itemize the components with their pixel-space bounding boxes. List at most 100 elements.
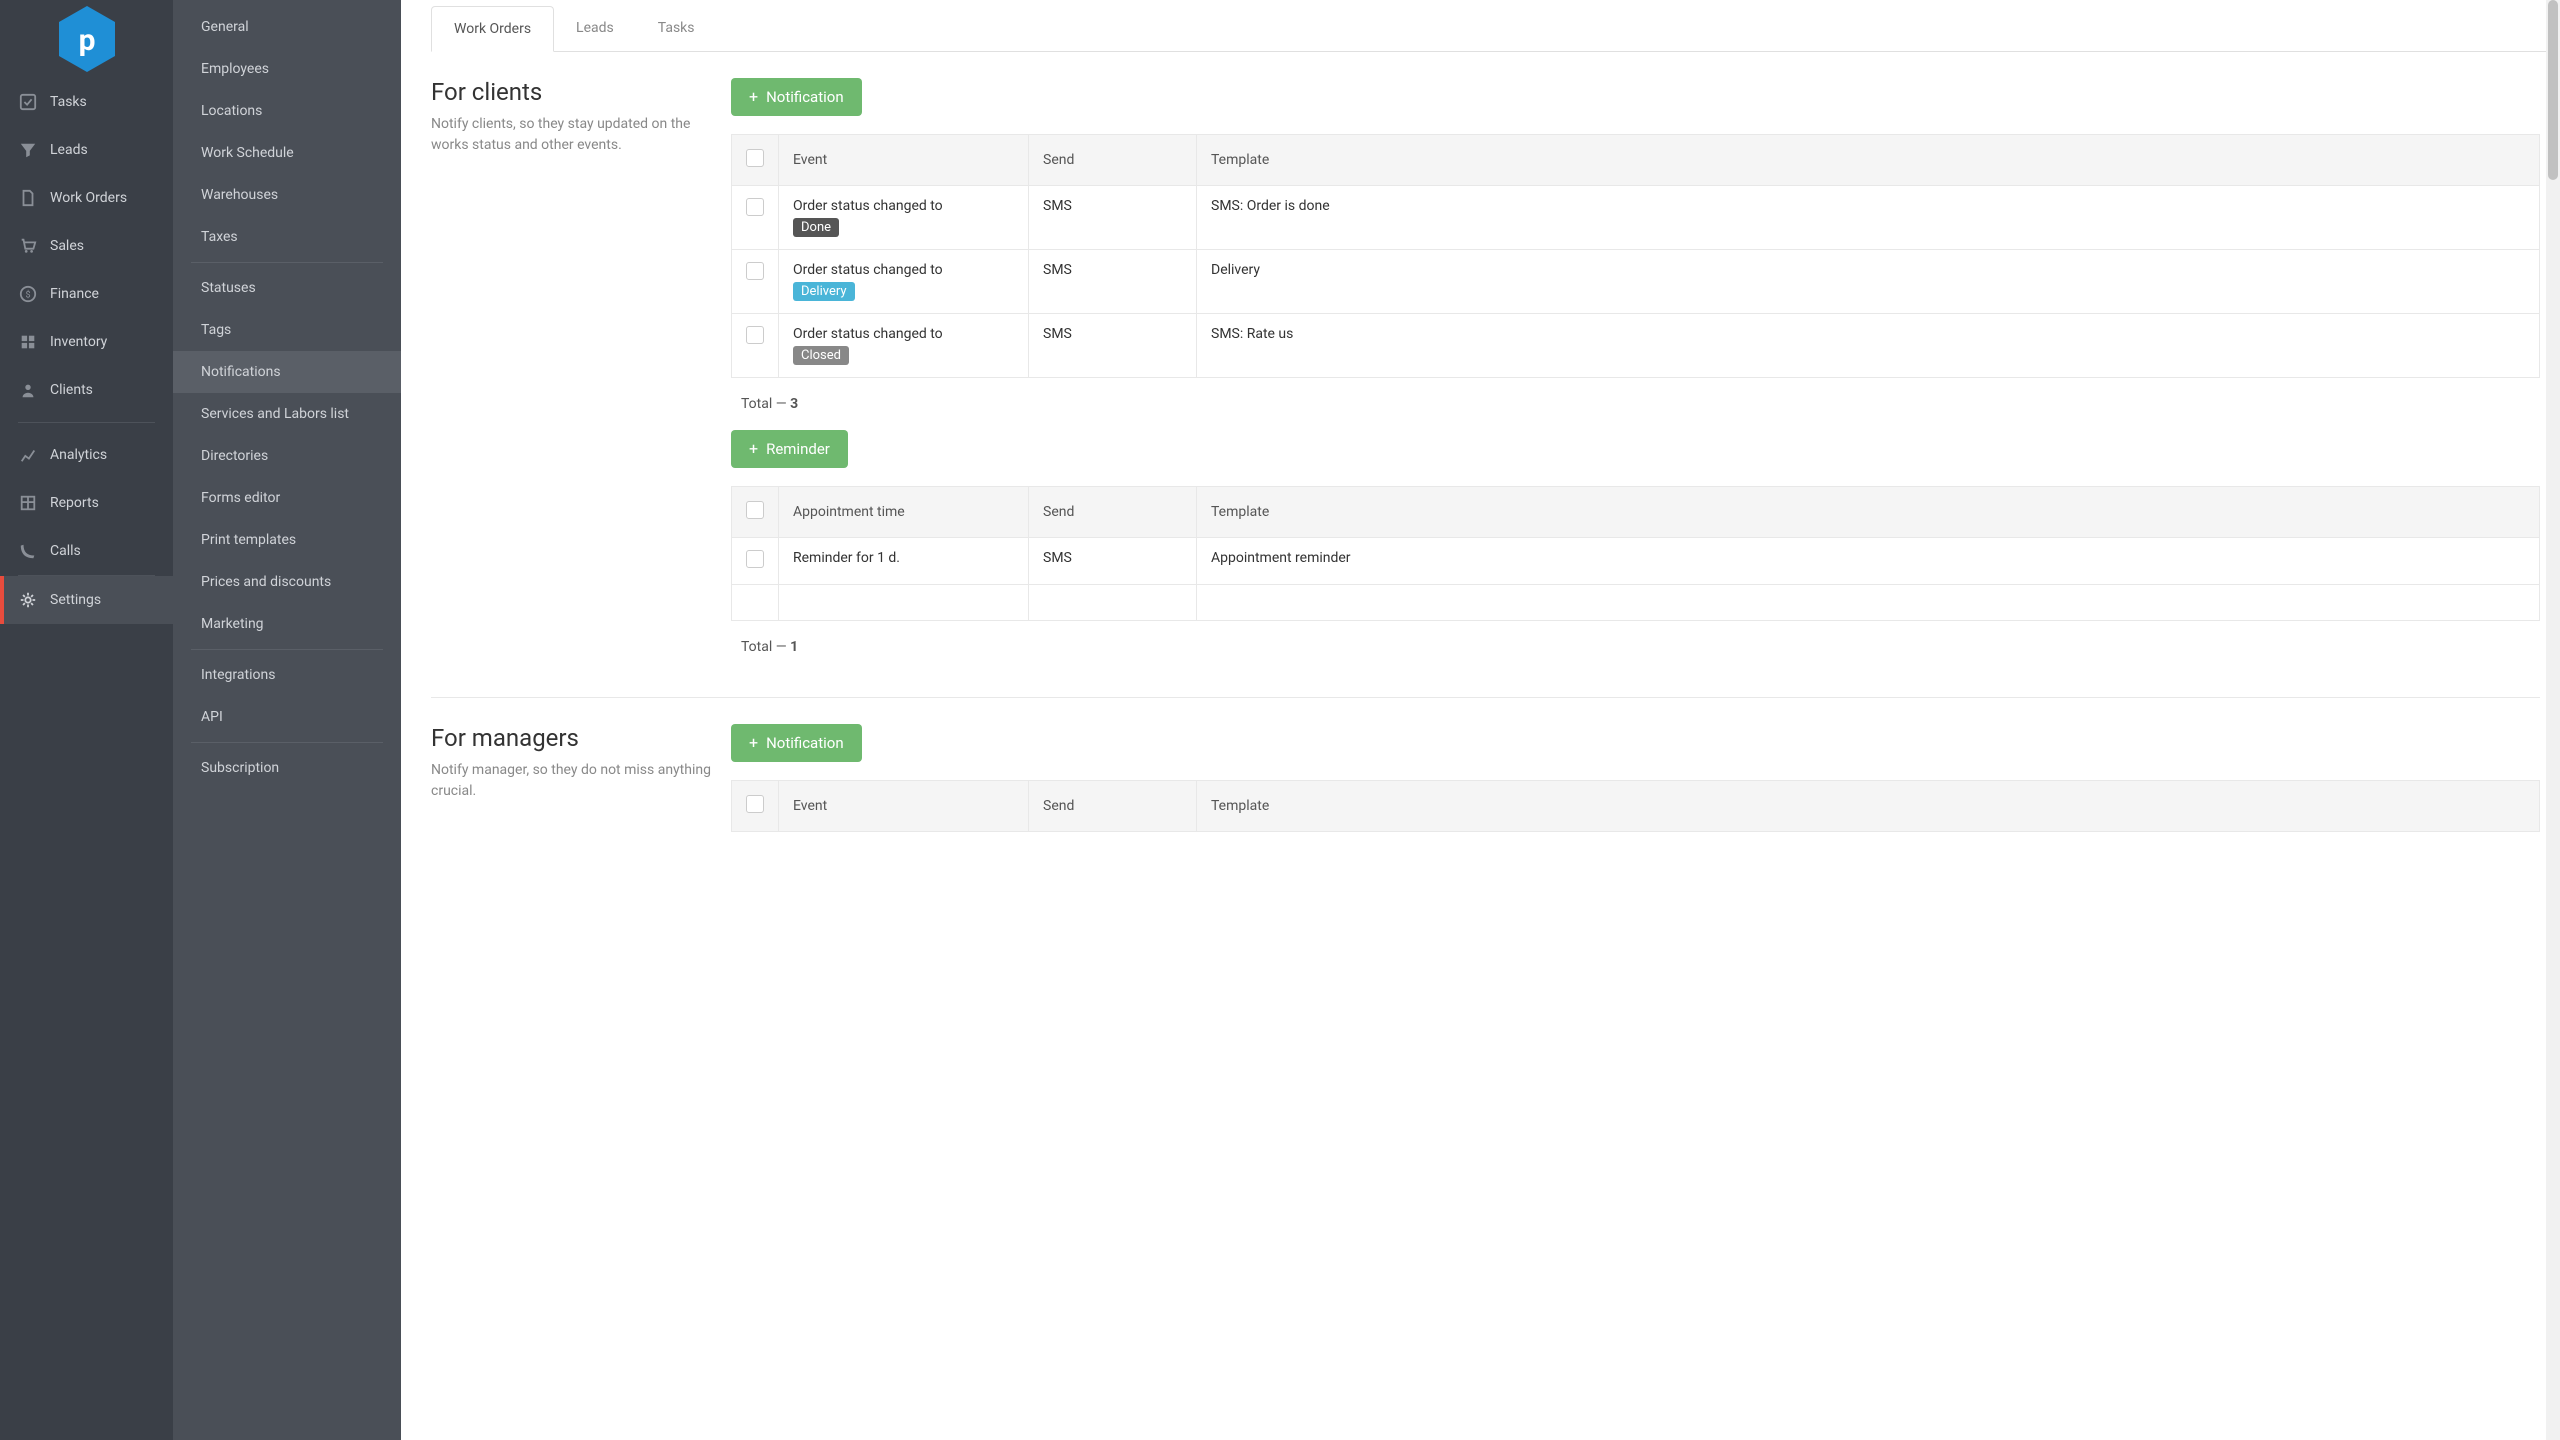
nav-clients[interactable]: Clients <box>0 366 173 414</box>
status-badge: Delivery <box>793 282 855 301</box>
nav-leads[interactable]: Leads <box>0 126 173 174</box>
checkbox-all[interactable] <box>746 501 764 519</box>
cell-template: Appointment reminder <box>1197 538 2540 585</box>
col-send: Send <box>1029 781 1197 832</box>
checkbox[interactable] <box>746 262 764 280</box>
cell-event: Reminder for 1 d. <box>779 538 1029 585</box>
nav-label: Clients <box>50 382 93 398</box>
nav-label: Inventory <box>50 334 107 350</box>
tab-tasks[interactable]: Tasks <box>636 6 717 51</box>
cell-template: SMS: Rate us <box>1197 314 2540 378</box>
section-desc: Notify manager, so they do not miss anyt… <box>431 760 711 802</box>
table-row[interactable]: Reminder for 1 d. SMS Appointment remind… <box>732 538 2540 585</box>
nav-label: Analytics <box>50 447 107 463</box>
sub-item-taxes[interactable]: Taxes <box>173 216 401 258</box>
sub-divider <box>191 742 383 743</box>
status-badge: Done <box>793 218 839 237</box>
sub-item-employees[interactable]: Employees <box>173 48 401 90</box>
gear-icon <box>18 590 38 610</box>
nav-work-orders[interactable]: Work Orders <box>0 174 173 222</box>
chart-icon <box>18 445 38 465</box>
cart-icon <box>18 236 38 256</box>
sidebar-secondary: GeneralEmployeesLocationsWork ScheduleWa… <box>173 0 401 1440</box>
sub-item-statuses[interactable]: Statuses <box>173 267 401 309</box>
btn-label: Reminder <box>766 440 830 458</box>
checkbox[interactable] <box>746 326 764 344</box>
cell-send: SMS <box>1029 186 1197 250</box>
svg-text:$: $ <box>25 290 30 301</box>
sub-item-tags[interactable]: Tags <box>173 309 401 351</box>
nav-tasks[interactable]: Tasks <box>0 78 173 126</box>
checkbox[interactable] <box>746 550 764 568</box>
table-row[interactable]: Order status changed toDelivery SMS Deli… <box>732 250 2540 314</box>
nav-reports[interactable]: Reports <box>0 479 173 527</box>
cell-event: Order status changed toDone <box>779 186 1029 250</box>
nav-sales[interactable]: Sales <box>0 222 173 270</box>
sub-item-prices-and-discounts[interactable]: Prices and discounts <box>173 561 401 603</box>
scrollbar-thumb[interactable] <box>2548 0 2558 180</box>
col-template: Template <box>1197 487 2540 538</box>
sub-item-work-schedule[interactable]: Work Schedule <box>173 132 401 174</box>
add-notification-button[interactable]: + Notification <box>731 78 862 116</box>
sub-item-notifications[interactable]: Notifications <box>173 351 401 393</box>
tab-work-orders[interactable]: Work Orders <box>431 6 554 52</box>
checkbox[interactable] <box>746 198 764 216</box>
sub-item-marketing[interactable]: Marketing <box>173 603 401 645</box>
checkbox-all[interactable] <box>746 149 764 167</box>
nav-settings[interactable]: Settings <box>0 576 173 624</box>
col-event: Event <box>779 135 1029 186</box>
sub-item-print-templates[interactable]: Print templates <box>173 519 401 561</box>
table-row[interactable]: Order status changed toDone SMS SMS: Ord… <box>732 186 2540 250</box>
add-reminder-button[interactable]: + Reminder <box>731 430 848 468</box>
cell-event: Order status changed toDelivery <box>779 250 1029 314</box>
cell-template: Delivery <box>1197 250 2540 314</box>
sub-divider <box>191 262 383 263</box>
section-clients: For clients Notify clients, so they stay… <box>431 78 2560 673</box>
cell-send: SMS <box>1029 314 1197 378</box>
section-desc: Notify clients, so they stay updated on … <box>431 114 711 156</box>
sub-item-locations[interactable]: Locations <box>173 90 401 132</box>
sub-item-forms-editor[interactable]: Forms editor <box>173 477 401 519</box>
total-notifications: Total — 3 <box>731 378 2540 430</box>
reminders-table: Appointment time Send Template Reminder … <box>731 486 2540 621</box>
nav-calls[interactable]: Calls <box>0 527 173 575</box>
scrollbar-track[interactable] <box>2546 0 2560 1440</box>
btn-label: Notification <box>766 88 844 106</box>
nav-analytics[interactable]: Analytics <box>0 431 173 479</box>
nav-label: Calls <box>50 543 81 559</box>
checkbox-all[interactable] <box>746 795 764 813</box>
cell-send: SMS <box>1029 538 1197 585</box>
sub-item-services-and-labors-list[interactable]: Services and Labors list <box>173 393 401 435</box>
section-managers: For managers Notify manager, so they do … <box>431 724 2560 832</box>
sub-divider <box>191 649 383 650</box>
sub-item-directories[interactable]: Directories <box>173 435 401 477</box>
boxes-icon <box>18 332 38 352</box>
plus-icon: + <box>749 735 758 751</box>
check-icon <box>18 92 38 112</box>
plus-icon: + <box>749 441 758 457</box>
total-reminders: Total — 1 <box>731 621 2540 673</box>
nav-finance[interactable]: $Finance <box>0 270 173 318</box>
sub-item-warehouses[interactable]: Warehouses <box>173 174 401 216</box>
svg-text:p: p <box>78 23 95 58</box>
logo[interactable]: p <box>0 0 173 78</box>
section-title: For clients <box>431 78 711 106</box>
notifications-table: Event Send Template Order status changed… <box>731 134 2540 378</box>
col-send: Send <box>1029 135 1197 186</box>
col-send: Send <box>1029 487 1197 538</box>
nav-label: Sales <box>50 238 84 254</box>
manager-notifications-table: Event Send Template <box>731 780 2540 832</box>
tab-leads[interactable]: Leads <box>554 6 636 51</box>
sub-item-general[interactable]: General <box>173 6 401 48</box>
sub-item-api[interactable]: API <box>173 696 401 738</box>
add-notification-button[interactable]: +Notification <box>731 724 862 762</box>
col-event: Event <box>779 781 1029 832</box>
grid-icon <box>18 493 38 513</box>
sub-item-subscription[interactable]: Subscription <box>173 747 401 789</box>
dollar-icon: $ <box>18 284 38 304</box>
phone-icon <box>18 541 38 561</box>
plus-icon: + <box>749 89 758 105</box>
sub-item-integrations[interactable]: Integrations <box>173 654 401 696</box>
table-row[interactable]: Order status changed toClosed SMS SMS: R… <box>732 314 2540 378</box>
nav-inventory[interactable]: Inventory <box>0 318 173 366</box>
